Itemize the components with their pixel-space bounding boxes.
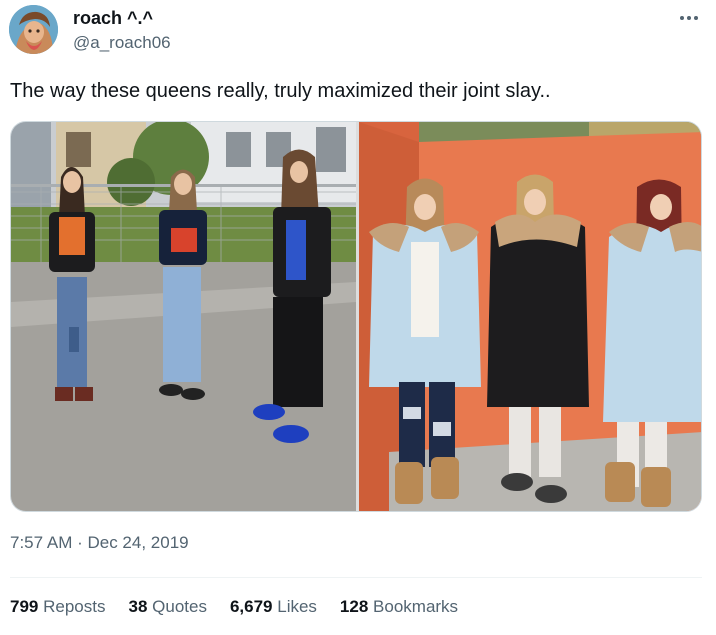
photo-left[interactable] <box>11 122 356 511</box>
bookmarks-count: 128 <box>339 597 369 616</box>
reposts-stat[interactable]: 799 Reposts <box>10 597 105 617</box>
photo-right[interactable] <box>359 122 701 511</box>
tweet-text: The way these queens really, truly maxim… <box>10 80 551 102</box>
author-handle[interactable]: @a_roach06 <box>73 33 171 53</box>
bookmarks-label: Bookmarks <box>373 597 459 616</box>
tweet: roach ^.^ @a_roach06 The way these queen… <box>0 0 716 635</box>
more-options-icon[interactable] <box>676 7 702 29</box>
avatar[interactable] <box>9 5 58 54</box>
reposts-count: 799 <box>10 597 39 616</box>
quotes-stat[interactable]: 38 Quotes <box>128 597 206 617</box>
engagement-stats: 799 Reposts 38 Quotes 6,679 Likes 128 Bo… <box>10 597 481 617</box>
quotes-label: Quotes <box>152 597 207 616</box>
divider <box>10 577 702 578</box>
quotes-count: 38 <box>128 597 148 616</box>
likes-stat[interactable]: 6,679 Likes <box>230 597 317 617</box>
likes-label: Likes <box>277 597 317 616</box>
author-name[interactable]: roach ^.^ <box>73 8 153 29</box>
tweet-timestamp[interactable]: 7:57 AM · Dec 24, 2019 <box>10 533 189 553</box>
reposts-label: Reposts <box>43 597 106 616</box>
bookmarks-stat[interactable]: 128 Bookmarks <box>340 597 458 617</box>
likes-count: 6,679 <box>229 597 273 616</box>
tweet-media[interactable] <box>10 121 702 512</box>
